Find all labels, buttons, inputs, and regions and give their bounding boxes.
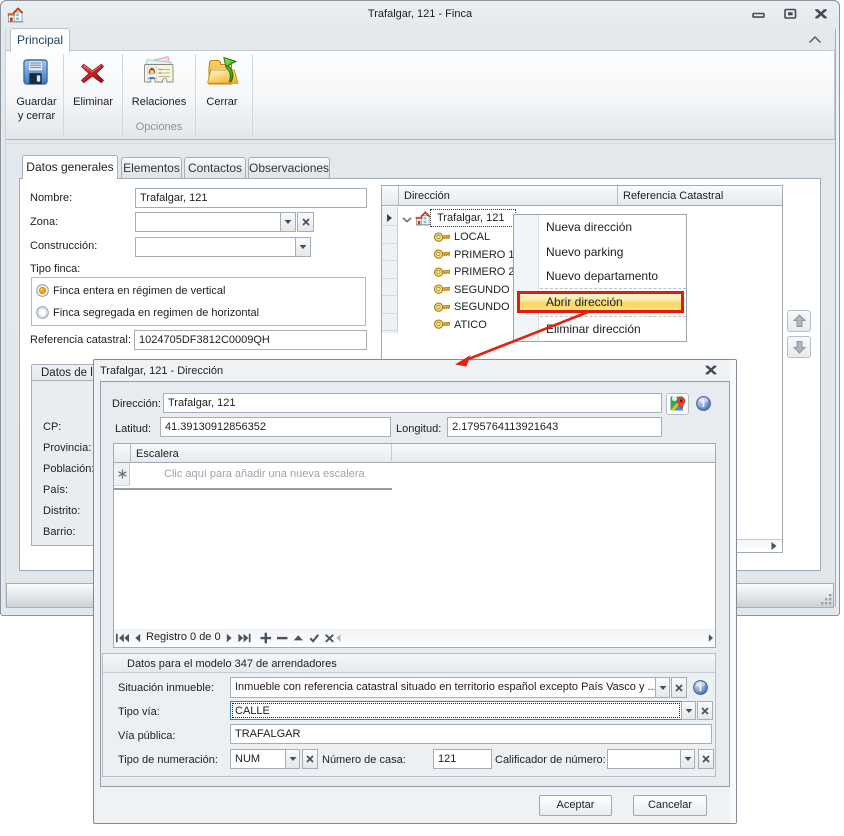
svg-text:i: i <box>702 399 705 410</box>
svg-text:i: i <box>699 683 702 694</box>
